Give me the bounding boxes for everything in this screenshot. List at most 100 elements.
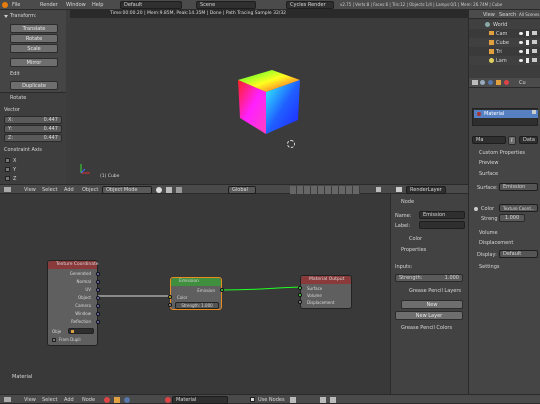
rotate-header[interactable]: Rotate — [10, 94, 26, 103]
use-nodes-checkbox[interactable] — [250, 397, 255, 402]
pivot-icon[interactable] — [166, 187, 172, 193]
visibility-eye-icon[interactable] — [519, 32, 523, 35]
visibility-eye-icon[interactable] — [519, 50, 523, 53]
color-panel-header[interactable]: Color — [409, 235, 422, 244]
viewport-select-menu[interactable]: Select — [42, 187, 57, 193]
vector-y-field[interactable]: Y: 0.447 — [4, 125, 62, 133]
layer-buttons[interactable] — [290, 186, 360, 194]
duplicate-button[interactable]: Duplicate — [10, 81, 58, 90]
layout-selector[interactable]: Default — [120, 1, 182, 9]
outliner-row[interactable]: Cam — [469, 29, 540, 38]
constraint-x-checkbox[interactable] — [5, 158, 10, 163]
display-dropdown[interactable]: Default — [499, 250, 538, 258]
outliner-row[interactable]: World — [469, 20, 540, 29]
node-node-menu[interactable]: Node — [82, 397, 95, 403]
render-camera-icon[interactable] — [532, 31, 537, 35]
emission-node[interactable]: Emission Emission Color Strength: 1.000 — [168, 277, 224, 310]
select-arrow-icon[interactable] — [526, 31, 529, 36]
renderlayer-selector[interactable]: RenderLayer — [406, 186, 446, 194]
from-dupli-checkbox[interactable] — [52, 338, 56, 342]
outliner-row[interactable]: Tri — [469, 47, 540, 56]
visibility-eye-icon[interactable] — [519, 59, 523, 62]
strength-field[interactable]: 1.000 — [499, 214, 525, 222]
snap-icon[interactable] — [290, 397, 296, 403]
manipulator-icon[interactable] — [176, 187, 182, 193]
gp-colors-header[interactable]: Grease Pencil Colors — [401, 324, 452, 333]
menu-help[interactable]: Help — [92, 2, 103, 8]
preview-header[interactable]: Preview — [479, 159, 498, 168]
3d-viewport[interactable]: Time:00:00.20 | Mem:9.85M, Peak:14.35M |… — [70, 10, 468, 184]
shader-type-icon[interactable] — [104, 397, 110, 403]
vector-z-field[interactable]: Z: 0.447 — [4, 134, 62, 142]
render-tab-icon[interactable] — [472, 80, 478, 85]
gp-new-layer-button[interactable]: New Layer — [395, 311, 463, 320]
editor-type-icon[interactable] — [4, 187, 11, 192]
node-view-menu[interactable]: View — [24, 397, 36, 403]
render-camera-icon[interactable] — [532, 40, 537, 44]
surface-header[interactable]: Surface — [479, 170, 498, 179]
material-output-node[interactable]: Material Output Surface Volume Displacem… — [298, 275, 352, 309]
rotate-button[interactable]: Rotate — [10, 34, 58, 43]
surface-shader-field[interactable]: Emission — [499, 183, 538, 191]
world-type-icon[interactable] — [124, 397, 130, 403]
mirror-button[interactable]: Mirror — [10, 58, 58, 67]
outliner-view-menu[interactable]: View — [483, 12, 495, 18]
menu-render[interactable]: Render — [40, 2, 58, 8]
add-slot-icon[interactable] — [532, 110, 536, 114]
node-select-menu[interactable]: Select — [42, 397, 57, 403]
scene-selector[interactable]: Scene — [196, 1, 256, 9]
mode-selector[interactable]: Object Mode — [102, 186, 152, 194]
world-tab-icon[interactable] — [488, 80, 493, 85]
object-type-icon[interactable] — [114, 397, 120, 403]
visibility-eye-icon[interactable] — [519, 41, 523, 44]
socket-icon[interactable] — [96, 304, 100, 308]
outliner-row[interactable]: Lam — [469, 56, 540, 65]
material-browse-icon[interactable] — [165, 397, 171, 403]
viewport-add-menu[interactable]: Add — [64, 187, 74, 193]
node-editor[interactable]: Texture Coordinate Generated Normal UV O… — [0, 194, 390, 394]
outliner-search-menu[interactable]: Search — [499, 12, 516, 18]
orientation-selector[interactable]: Global — [228, 186, 256, 194]
render-engine-selector[interactable]: Cycles Render — [286, 1, 334, 9]
render-camera-icon[interactable] — [532, 58, 537, 62]
socket-icon[interactable] — [220, 288, 224, 292]
scene-tab-icon[interactable] — [480, 80, 485, 85]
material-datablock-field[interactable]: Material — [172, 396, 228, 404]
custom-properties-header[interactable]: Custom Properties — [479, 149, 525, 158]
select-arrow-icon[interactable] — [526, 40, 529, 45]
3d-cursor-icon[interactable] — [287, 140, 295, 148]
vector-x-field[interactable]: X: 0.447 — [4, 116, 62, 124]
material-slot-list[interactable]: Material — [472, 108, 538, 126]
socket-icon[interactable] — [168, 295, 172, 299]
object-tab-icon[interactable] — [496, 80, 501, 85]
socket-icon[interactable] — [298, 286, 302, 290]
edit-header[interactable]: Edit — [10, 70, 20, 79]
viewport-view-menu[interactable]: View — [24, 187, 36, 193]
socket-icon[interactable] — [298, 300, 302, 304]
volume-header[interactable]: Volume — [479, 229, 498, 238]
menu-window[interactable]: Window — [66, 2, 86, 8]
material-name-field[interactable]: Ma — [472, 136, 506, 144]
constraint-z-checkbox[interactable] — [5, 176, 10, 181]
material-tab-icon[interactable] — [504, 80, 509, 85]
fake-user-button[interactable]: F — [508, 136, 516, 145]
socket-icon[interactable] — [298, 293, 302, 297]
transform-header[interactable]: Transform: — [10, 12, 37, 21]
shading-icon[interactable] — [156, 187, 162, 193]
render-camera-icon[interactable] — [532, 49, 537, 53]
translate-button[interactable]: Translate — [10, 24, 58, 33]
material-slot[interactable]: Material — [474, 110, 538, 118]
copy-icon[interactable] — [320, 397, 326, 403]
node-header[interactable]: Material Output — [301, 276, 351, 284]
blender-logo-icon[interactable] — [2, 2, 8, 8]
node-header[interactable]: Texture Coordinate — [48, 261, 99, 269]
data-link-dropdown[interactable]: Data — [519, 136, 538, 144]
outliner-scenes-menu[interactable]: All Scenes — [519, 12, 540, 17]
emission-strength-field[interactable]: Strength: 1.000 — [175, 302, 219, 309]
select-arrow-icon[interactable] — [526, 58, 529, 63]
gp-new-button[interactable]: New — [401, 300, 463, 309]
node-add-menu[interactable]: Add — [64, 397, 74, 403]
node-panel-header[interactable]: Node — [401, 198, 414, 207]
paste-icon[interactable] — [330, 397, 336, 403]
socket-icon[interactable] — [96, 312, 100, 316]
